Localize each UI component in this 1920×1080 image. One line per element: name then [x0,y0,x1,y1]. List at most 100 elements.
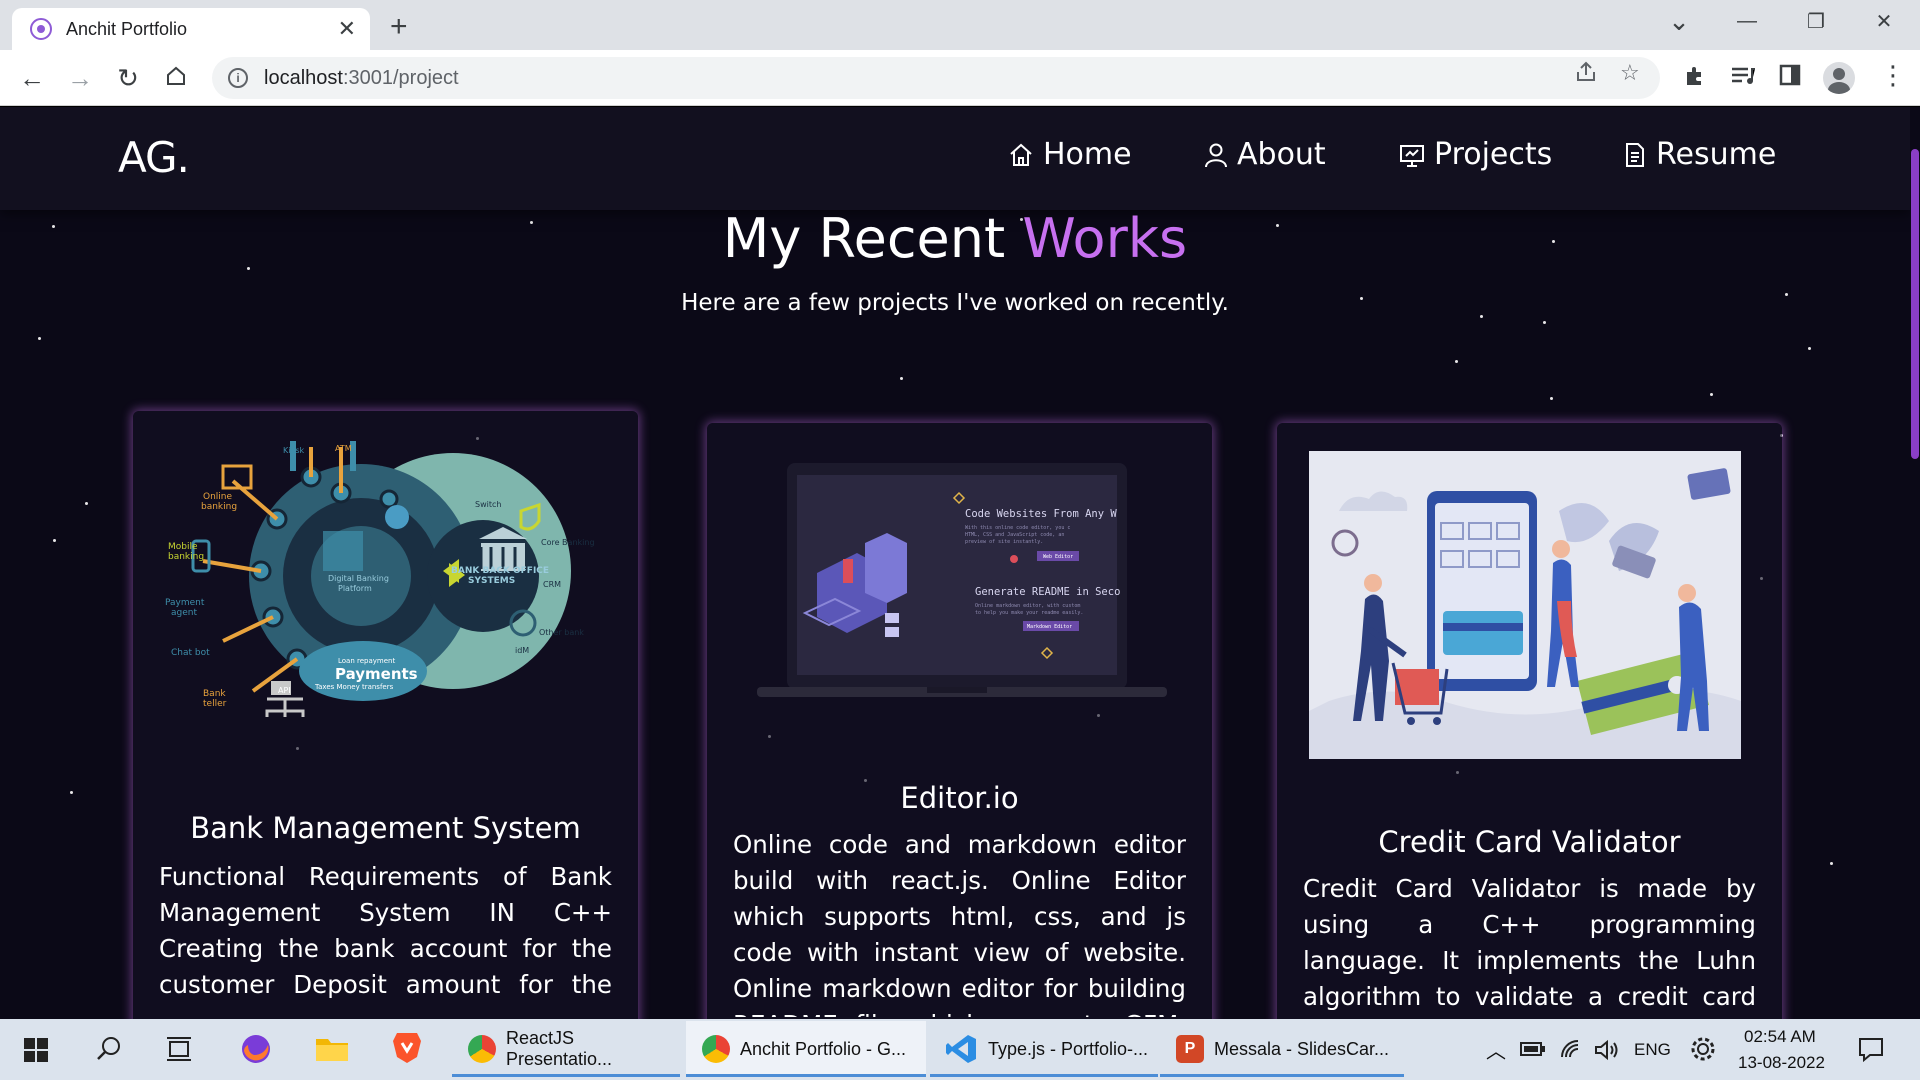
svg-text:agent: agent [171,608,197,618]
browser-menu-icon[interactable]: ⋮ [1880,60,1906,91]
svg-text:Bank: Bank [203,689,226,699]
address-bar[interactable]: i localhost:3001/project [212,57,1660,99]
home-icon[interactable] [160,62,192,94]
svg-text:HTML, CSS and JavaScript code,: HTML, CSS and JavaScript code, an [965,532,1064,538]
taskbar-app-label: ReactJS Presentatio... [506,1028,613,1069]
taskbar-app-portfolio[interactable]: Anchit Portfolio - G... [686,1021,926,1077]
svg-text:Code Websites From Any W: Code Websites From Any W [965,508,1117,520]
side-panel-icon[interactable] [1779,64,1801,92]
taskbar-app-label: Messala - SlidesCar... [1214,1038,1390,1059]
firefox-icon[interactable] [240,1033,272,1070]
settings-gear-icon[interactable] [1690,1036,1716,1067]
tab-search-icon[interactable]: ⌄ [1645,0,1713,42]
browser-toolbar: ← → ↻ i localhost:3001/project ☆ ⋮ [0,50,1920,106]
new-tab-button[interactable]: + [390,10,408,44]
user-icon [1205,143,1227,167]
site-navbar: AG. Home About Projects Resume [0,107,1910,210]
svg-text:idM: idM [515,646,529,655]
share-icon[interactable] [1574,60,1598,90]
project-description: Credit Card Validator is made by using a… [1303,874,1756,1019]
tray-chevron-icon[interactable]: ︿ [1486,1035,1506,1064]
svg-text:Markdown Editor: Markdown Editor [1027,624,1072,630]
task-view-icon[interactable] [165,1036,193,1067]
chrome-icon [468,1035,496,1063]
svg-text:Generate README in Seco: Generate README in Seco [975,586,1120,598]
file-explorer-icon[interactable] [314,1033,350,1070]
volume-icon[interactable] [1594,1039,1620,1066]
notification-icon[interactable] [1858,1036,1884,1067]
svg-text:API: API [278,686,291,695]
nav-home-link[interactable]: Home [1007,137,1132,172]
taskbar-app-label: Type.js - Portfolio-... [988,1038,1149,1059]
scrollbar-thumb[interactable] [1911,149,1919,459]
browser-tab-active[interactable]: Anchit Portfolio ✕ [12,8,370,50]
wifi-icon[interactable] [1560,1039,1584,1064]
svg-text:Core Banking: Core Banking [541,538,595,547]
svg-text:Mobile: Mobile [168,542,198,552]
taskbar-app-label: Anchit Portfolio - G... [740,1038,907,1059]
project-card-credit[interactable]: Credit Card Validator Credit Card Valida… [1277,423,1782,1019]
battery-icon[interactable] [1520,1041,1546,1062]
project-title: Bank Management System [190,811,581,845]
projects-icon [1400,144,1424,167]
nav-about-link[interactable]: About [1203,137,1326,172]
bank-system-illustration: BANK BACK OFFICE SYSTEMS Digital Banking… [163,441,603,726]
svg-text:Online markdown editor, with c: Online markdown editor, with custom [975,603,1080,609]
svg-text:Kiosk: Kiosk [283,446,305,455]
profile-avatar-icon[interactable] [1823,62,1855,94]
nav-projects-link[interactable]: Projects [1398,137,1552,172]
search-icon[interactable] [96,1036,122,1067]
home-icon [1010,143,1032,166]
site-info-icon[interactable]: i [228,68,248,88]
site-logo[interactable]: AG. [118,133,190,182]
clock-date[interactable]: 13-08-2022 [1738,1053,1825,1073]
svg-text:Taxes Money transfers: Taxes Money transfers [314,683,394,691]
credit-card-illustration [1309,451,1741,759]
svg-text:Digital Banking: Digital Banking [328,574,389,583]
taskbar-app-reactjs[interactable]: ReactJS Presentatio... [452,1021,680,1077]
tab-close-icon[interactable]: ✕ [338,16,356,42]
bookmark-star-icon[interactable]: ☆ [1620,60,1640,86]
svg-text:Payment: Payment [165,598,205,608]
window-minimize-button[interactable]: — [1713,0,1781,42]
extensions-icon[interactable] [1683,64,1707,94]
svg-text:Chat bot: Chat bot [171,648,210,658]
svg-text:BANK BACK OFFICE: BANK BACK OFFICE [451,566,549,576]
project-description: Functional Requirements of Bank Manageme… [159,862,612,1009]
powerpoint-icon: P [1176,1035,1204,1063]
project-card-bank[interactable]: BANK BACK OFFICE SYSTEMS Digital Banking… [133,411,638,1019]
clock-time[interactable]: 02:54 AM [1744,1027,1816,1047]
svg-text:banking: banking [201,502,237,512]
svg-text:teller: teller [203,699,227,709]
window-close-button[interactable]: ✕ [1850,0,1918,42]
nav-resume-label: Resume [1656,137,1777,172]
page-scrollbar[interactable] [1910,107,1920,1019]
reload-icon[interactable]: ↻ [112,62,144,94]
svg-text:Platform: Platform [338,584,372,593]
back-arrow-icon[interactable]: ← [16,62,48,94]
nav-home-label: Home [1043,137,1132,172]
project-card-editor[interactable]: Code Websites From Any W With this onlin… [707,423,1212,1019]
language-indicator[interactable]: ENG [1634,1040,1671,1060]
document-icon [1626,142,1644,167]
svg-text:CRM: CRM [543,580,561,589]
project-description: Online code and markdown editor build wi… [733,830,1186,1017]
windows-taskbar: ReactJS Presentatio... Anchit Portfolio … [0,1019,1920,1080]
svg-text:Other bank: Other bank [539,628,584,637]
site-favicon-icon [30,18,52,40]
brave-icon[interactable] [391,1031,423,1070]
project-title: Editor.io [900,781,1019,815]
svg-text:banking: banking [168,552,204,562]
svg-text:Loan repayment: Loan repayment [338,657,395,665]
svg-text:preview of site instantly.: preview of site instantly. [965,539,1043,545]
nav-resume-link[interactable]: Resume [1622,137,1776,172]
media-control-icon[interactable] [1730,64,1756,94]
window-restore-button[interactable]: ❐ [1782,0,1850,42]
nav-about-label: About [1237,137,1326,172]
svg-text:SYSTEMS: SYSTEMS [468,576,515,586]
taskbar-app-powerpoint[interactable]: P Messala - SlidesCar... [1160,1021,1404,1077]
windows-start-icon[interactable] [24,1038,48,1067]
tab-title: Anchit Portfolio [66,18,188,39]
taskbar-app-vscode[interactable]: Type.js - Portfolio-... [930,1021,1158,1077]
forward-arrow-icon[interactable]: → [64,62,96,94]
